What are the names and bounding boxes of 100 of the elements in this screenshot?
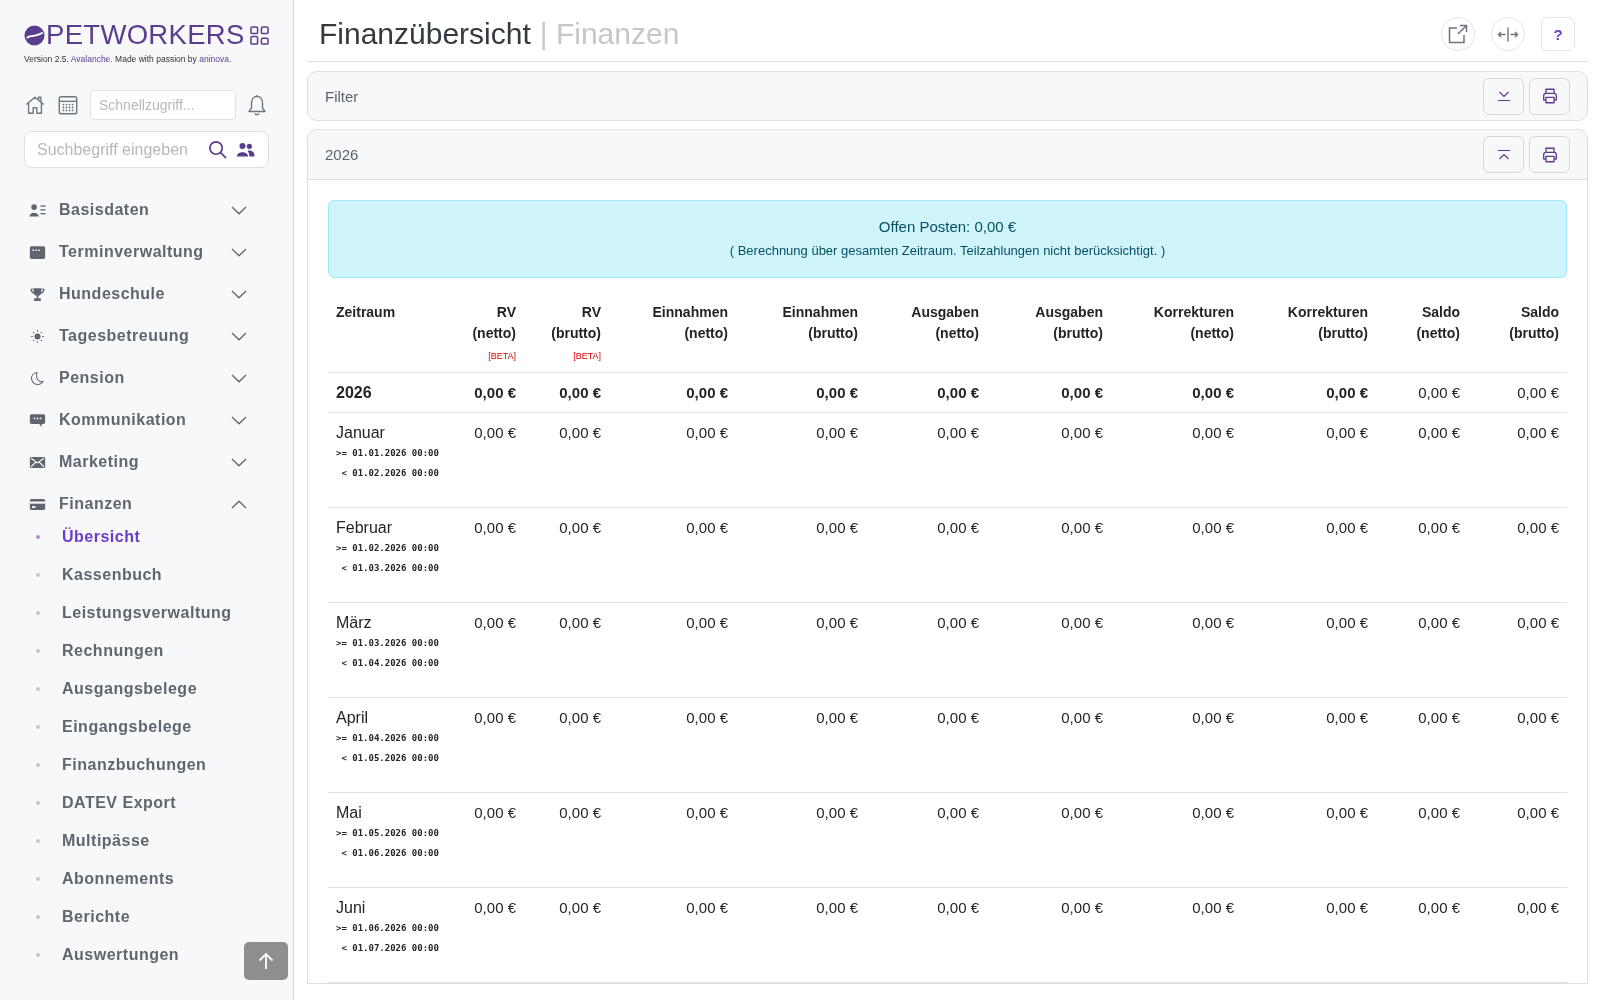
- amount-value: 0,00 €: [1517, 804, 1559, 821]
- amount-value: 0,00 €: [559, 424, 601, 441]
- search-icon[interactable]: [208, 140, 227, 159]
- period-label: Januar: [336, 423, 385, 443]
- help-button[interactable]: ?: [1541, 17, 1575, 51]
- amount-value: 0,00 €: [1418, 519, 1460, 536]
- amount-value: 0,00 €: [1418, 709, 1460, 726]
- amount-value: 0,00 €: [1192, 709, 1234, 726]
- print-button[interactable]: [1529, 136, 1570, 173]
- sidebar-item[interactable]: Basisdaten: [24, 189, 269, 231]
- scroll-top-button[interactable]: [244, 942, 288, 980]
- amount-value: 0,00 €: [559, 804, 601, 821]
- amount-value: 0,00 €: [474, 899, 516, 916]
- open-external-button[interactable]: [1441, 17, 1475, 51]
- home-icon[interactable]: [24, 94, 46, 116]
- chat-bubble-icon: [29, 412, 46, 428]
- amount-value: 0,00 €: [1418, 614, 1460, 631]
- company-link[interactable]: aninova.: [199, 54, 232, 64]
- grid-icon[interactable]: [250, 25, 269, 45]
- split-arrows-icon: [1497, 26, 1519, 42]
- amount-value: 0,00 €: [686, 709, 728, 726]
- panel-title: Filter: [325, 87, 359, 105]
- credit-card-icon: [29, 496, 46, 512]
- bullet-icon: [36, 687, 40, 691]
- sidebar-item[interactable]: Hundeschule: [24, 273, 269, 315]
- amount-value: 0,00 €: [559, 899, 601, 916]
- sidebar-subitem[interactable]: Eingangsbelege: [24, 708, 192, 746]
- sidebar-subitem[interactable]: DATEV Export: [24, 784, 177, 822]
- bullet-icon: [36, 611, 40, 615]
- printer-icon: [1540, 145, 1559, 164]
- sidebar-subitem[interactable]: Auswertungen: [24, 936, 180, 974]
- sidebar-subitem[interactable]: Abonnements: [24, 860, 175, 898]
- release-link[interactable]: Avalanche.: [70, 54, 113, 64]
- amount-value: 0,00 €: [816, 614, 858, 631]
- range-end-date: < 01.07.2026 00:00: [341, 942, 439, 955]
- amount-value: 0,00 €: [937, 519, 979, 536]
- calendar-icon[interactable]: [57, 94, 79, 116]
- sidebar-subitem[interactable]: Multipässe: [24, 822, 150, 860]
- amount-value: 0,00 €: [1326, 384, 1368, 401]
- trophy-icon: [29, 286, 46, 302]
- chevron-bar-down-icon: [1495, 90, 1512, 102]
- column-heading: Saldo (brutto): [1509, 304, 1559, 341]
- amount-value: 0,00 €: [1192, 804, 1234, 821]
- range-end-date: < 01.04.2026 00:00: [341, 657, 439, 670]
- sidebar-subitem[interactable]: Leistungsverwaltung: [24, 594, 232, 632]
- sidebar-subitem[interactable]: Finanzbuchungen: [24, 746, 207, 784]
- moon-icon: [29, 370, 46, 386]
- amount-value: 0,00 €: [1517, 614, 1559, 631]
- amount-value: 0,00 €: [686, 614, 728, 631]
- bell-icon[interactable]: [247, 94, 267, 116]
- quick-access-field[interactable]: Schnellzugriff...: [90, 90, 236, 120]
- sidebar-item[interactable]: Pension: [24, 357, 269, 399]
- amount-value: 0,00 €: [816, 384, 858, 401]
- amount-value: 0,00 €: [474, 384, 516, 401]
- amount-value: 0,00 €: [816, 804, 858, 821]
- bullet-icon: [36, 877, 40, 881]
- period-label: Mai: [336, 803, 362, 823]
- search-field[interactable]: Suchbegriff eingeben: [24, 131, 269, 168]
- sidebar-item[interactable]: Kommunikation: [24, 399, 269, 441]
- column-heading: Korrekturen (brutto): [1287, 304, 1368, 341]
- split-view-button[interactable]: [1491, 17, 1525, 51]
- beta-tag: [BETA]: [488, 351, 516, 361]
- brand-name: PETWORKERS: [46, 22, 245, 48]
- sidebar-subitem[interactable]: Berichte: [24, 898, 131, 936]
- sidebar-item[interactable]: Marketing: [24, 441, 269, 483]
- amount-value: 0,00 €: [559, 384, 601, 401]
- amount-value: 0,00 €: [937, 804, 979, 821]
- bullet-icon: [36, 535, 40, 539]
- people-icon[interactable]: [236, 141, 255, 158]
- amount-value: 0,00 €: [1061, 519, 1103, 536]
- amount-value: 0,00 €: [1517, 384, 1559, 401]
- person-list-icon: [29, 202, 46, 218]
- sidebar-item[interactable]: Terminverwaltung: [24, 231, 269, 273]
- period-label: März: [336, 613, 372, 633]
- alert-title: Offen Posten: 0,00 €: [878, 217, 1017, 237]
- amount-value: 0,00 €: [474, 804, 516, 821]
- amount-value: 0,00 €: [816, 519, 858, 536]
- print-button[interactable]: [1529, 77, 1570, 115]
- range-start-date: >= 01.04.2026 00:00: [336, 732, 439, 745]
- amount-value: 0,00 €: [559, 614, 601, 631]
- bullet-icon: [36, 953, 40, 957]
- amount-value: 0,00 €: [1061, 709, 1103, 726]
- amount-value: 0,00 €: [474, 614, 516, 631]
- amount-value: 0,00 €: [1061, 899, 1103, 916]
- envelope-icon: [29, 454, 46, 470]
- column-heading: Einnahmen (brutto): [782, 304, 858, 341]
- arrow-up-icon: [256, 951, 276, 971]
- sidebar-subitem[interactable]: Rechnungen: [24, 632, 164, 670]
- amount-value: 0,00 €: [937, 424, 979, 441]
- period-label: Februar: [336, 518, 393, 538]
- column-heading: Einnahmen (netto): [652, 304, 728, 341]
- bullet-icon: [36, 915, 40, 919]
- amount-value: 0,00 €: [1192, 424, 1234, 441]
- sidebar-subitem[interactable]: Ausgangsbelege: [24, 670, 198, 708]
- bullet-icon: [36, 725, 40, 729]
- sidebar-item[interactable]: Tagesbetreuung: [24, 315, 269, 357]
- logo-icon: [24, 24, 45, 46]
- sidebar-subitem[interactable]: Kassenbuch: [24, 556, 163, 594]
- amount-value: 0,00 €: [937, 709, 979, 726]
- range-start-date: >= 01.06.2026 00:00: [336, 922, 439, 935]
